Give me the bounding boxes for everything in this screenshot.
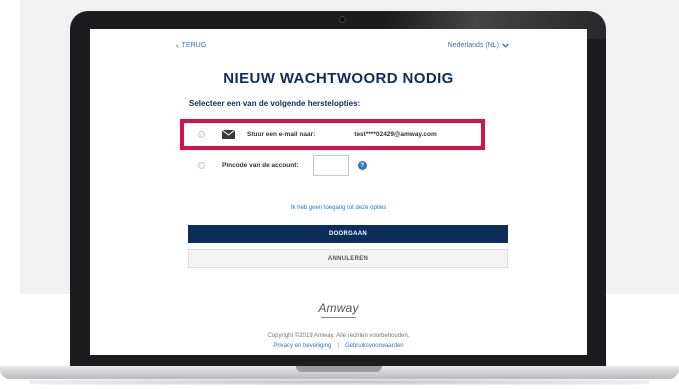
terms-link[interactable]: Gebruiksvoorwaarden	[345, 343, 404, 349]
copyright-text: Copyright ©2019 Amway. Alle rechten voor…	[267, 333, 410, 339]
amway-logo: Amway	[318, 301, 359, 315]
camera-icon	[339, 16, 346, 23]
pin-option-radio[interactable]	[198, 161, 205, 169]
chevron-left-icon: ‹	[176, 41, 179, 50]
pin-option-label: Pincode van de account:	[222, 161, 299, 169]
laptop-shadow	[30, 379, 649, 385]
pin-input[interactable]	[312, 154, 349, 176]
laptop-screen: ‹ TERUG Nederlands (NL) NIEUW WACHTWOORD…	[90, 29, 587, 355]
back-link[interactable]: ‹ TERUG	[176, 41, 207, 50]
privacy-link[interactable]: Privacy en beveiliging	[273, 343, 331, 349]
top-bar: ‹ TERUG Nederlands (NL)	[90, 39, 587, 53]
language-selector[interactable]: Nederlands (NL)	[448, 42, 509, 49]
page-subtitle: Selecteer een van de volgende herstelopt…	[189, 99, 361, 108]
no-access-link[interactable]: Ik heb geen toegang tot deze opties	[90, 205, 587, 211]
chevron-down-icon	[502, 43, 509, 48]
continue-button[interactable]: DOORGAAN	[188, 225, 508, 243]
highlight-frame	[180, 119, 485, 150]
cancel-button[interactable]: ANNULEREN	[188, 249, 508, 268]
logo-underline	[321, 317, 356, 318]
language-label: Nederlands (NL)	[447, 42, 499, 49]
page-title: NIEUW WACHTWOORD NODIG	[223, 70, 454, 87]
footer-separator: |	[337, 343, 339, 349]
footer-links: Privacy en beveiliging | Gebruiksvoorwaa…	[90, 343, 587, 349]
back-link-label: TERUG	[181, 42, 207, 49]
help-icon[interactable]: ?	[357, 160, 367, 170]
laptop-base-notch	[296, 366, 382, 372]
pin-recovery-option[interactable]: Pincode van de account: ?	[187, 152, 507, 178]
